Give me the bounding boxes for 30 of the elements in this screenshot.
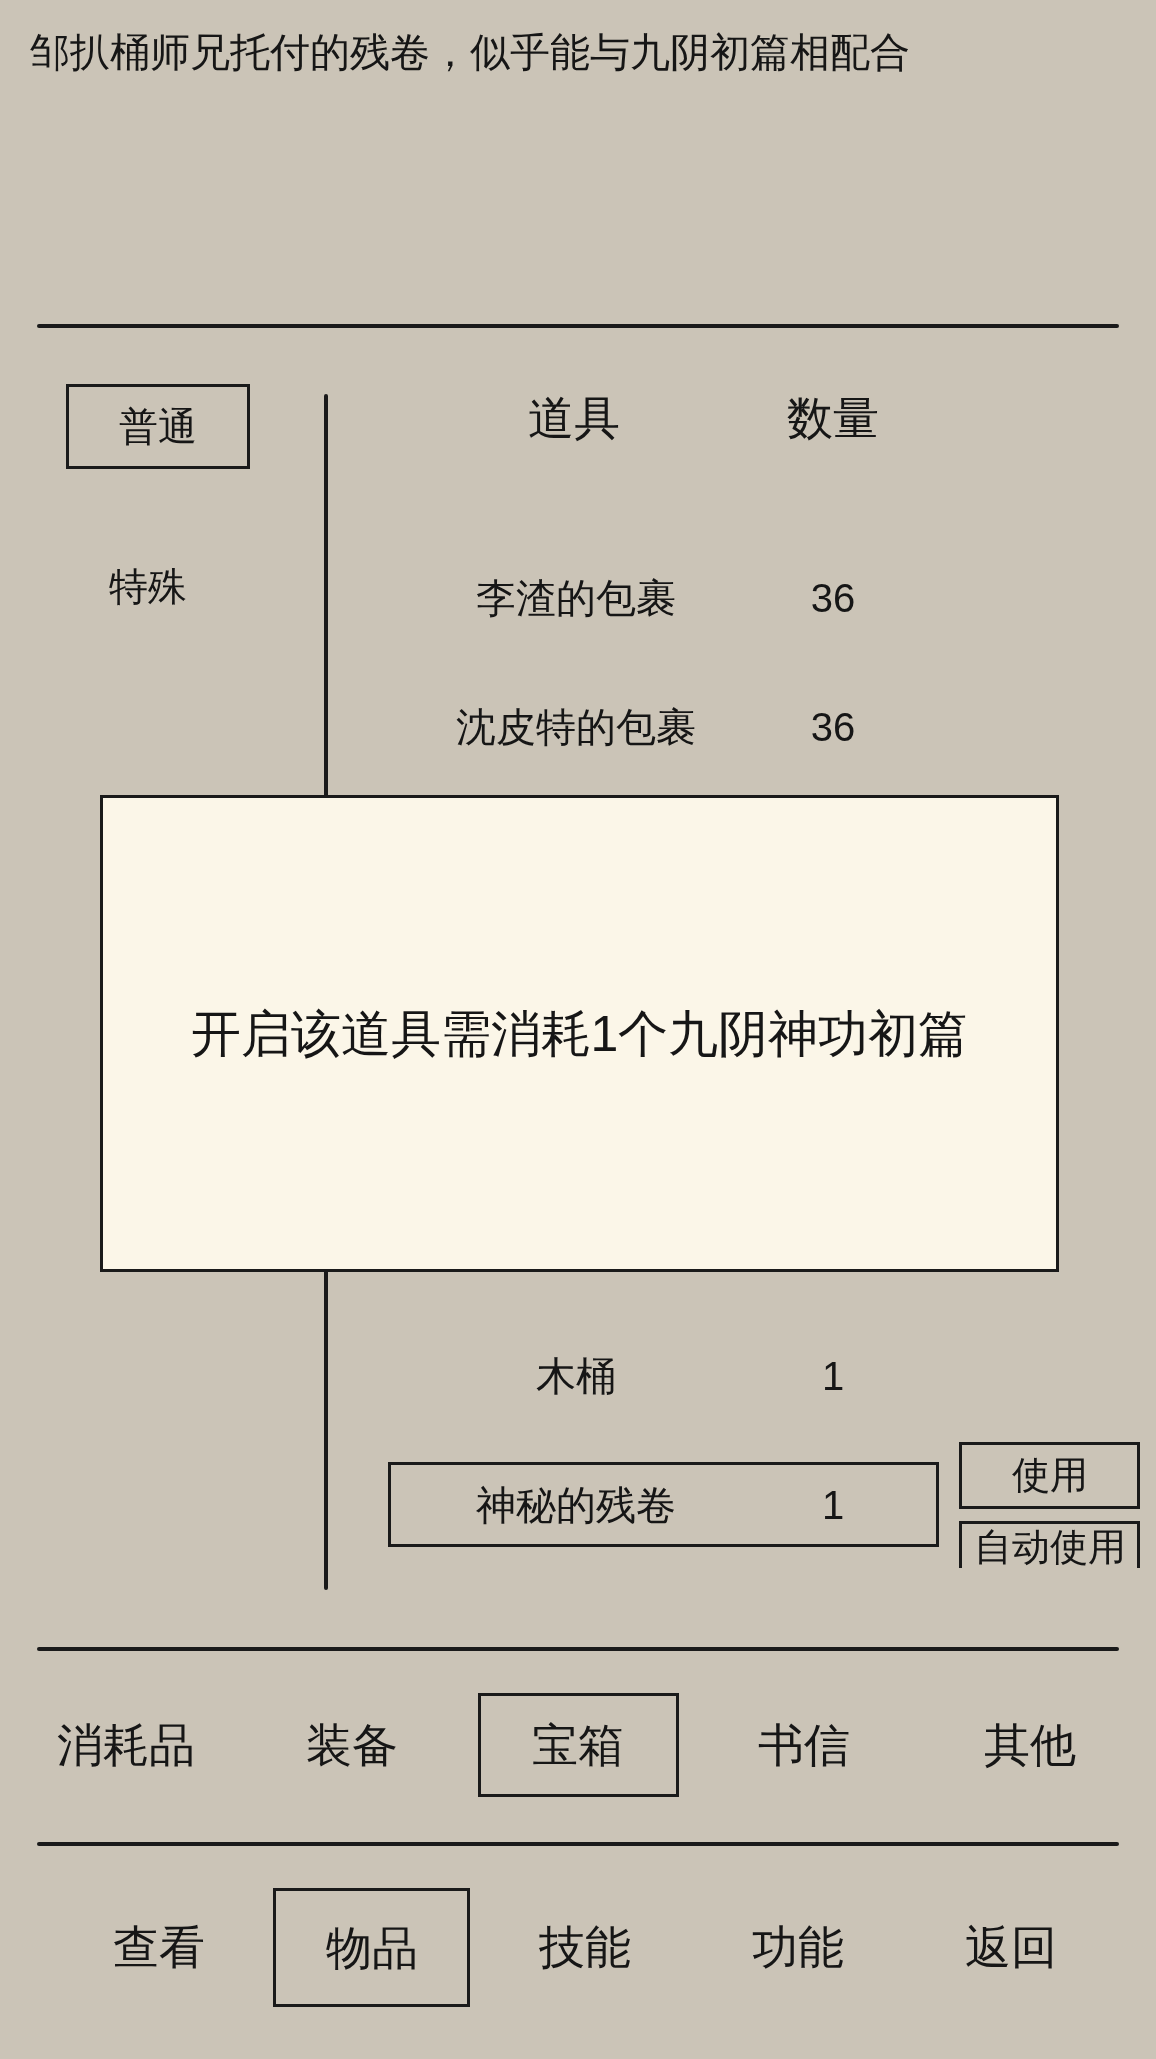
item-row[interactable]: 沈皮特的包裹 36	[388, 684, 939, 769]
item-name: 木桶	[535, 1355, 616, 1396]
category-tab[interactable]: 装备	[306, 1722, 398, 1768]
item-quantity: 36	[810, 706, 856, 747]
rarity-tab[interactable]: 特殊	[109, 544, 187, 629]
item-row[interactable]: 木桶 1	[388, 1333, 939, 1418]
nav-tab[interactable]: 返回	[965, 1924, 1058, 1970]
item-quantity: 1	[821, 1355, 845, 1396]
category-tab[interactable]: 消耗品	[57, 1722, 195, 1768]
item-quantity: 36	[810, 577, 856, 618]
rarity-tab[interactable]: 普通	[66, 384, 250, 469]
dialog-message: 开启该道具需消耗1个九阴神功初篇	[190, 1004, 969, 1064]
item-name: 李渣的包裹	[475, 577, 676, 618]
category-tab[interactable]: 宝箱	[477, 1693, 679, 1797]
item-row[interactable]: 李渣的包裹 36	[388, 555, 939, 640]
nav-tab[interactable]: 功能	[752, 1924, 845, 1970]
item-name: 神秘的残卷	[475, 1484, 676, 1525]
column-header: 数量	[787, 395, 879, 441]
item-row[interactable]: 神秘的残卷 1	[388, 1462, 939, 1547]
nav-tab[interactable]: 查看	[112, 1924, 205, 1970]
nav-tab[interactable]: 物品	[273, 1888, 471, 2007]
item-quantity: 1	[821, 1484, 845, 1525]
nav-tab[interactable]: 技能	[539, 1924, 631, 1970]
action-button[interactable]: 使用	[959, 1441, 1140, 1509]
description-text: 邹扒桶师兄托付的残卷，似乎能与九阴初篇相配合	[30, 29, 910, 76]
column-header: 道具	[528, 395, 620, 441]
item-name: 沈皮特的包裹	[455, 706, 696, 747]
category-tab[interactable]: 书信	[758, 1722, 850, 1768]
category-tab[interactable]: 其他	[984, 1722, 1076, 1768]
action-button[interactable]: 自动使用	[959, 1520, 1140, 1568]
